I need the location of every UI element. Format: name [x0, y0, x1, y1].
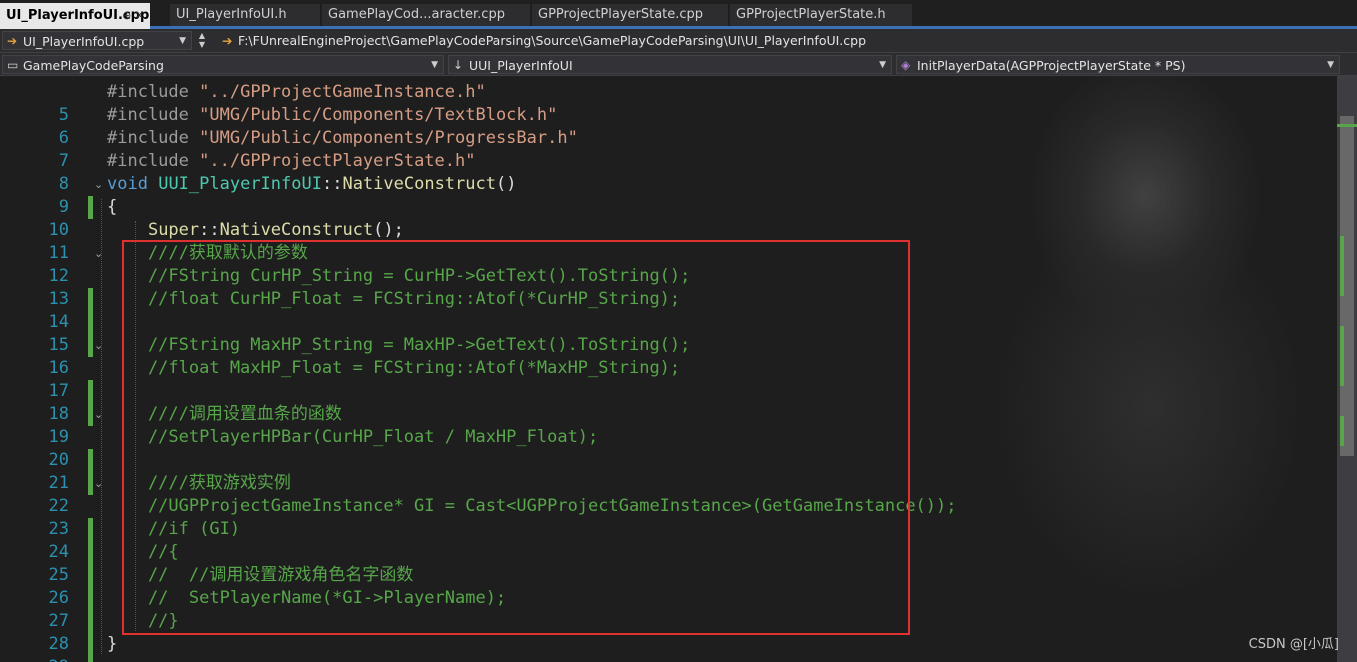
- tab-label: GPProjectPlayerState.cpp: [538, 7, 704, 22]
- document-tab-strip: UI_PlayerInfoUI.cpp ⊕ ✕ UI_PlayerInfoUI.…: [0, 0, 1357, 29]
- code-line: 6 #include "UMG/Public/Components/TextBl…: [0, 104, 1337, 148]
- project-icon: ▭: [7, 58, 19, 72]
- tab-gpprojectplayerstate-h[interactable]: GPProjectPlayerState.h: [730, 4, 912, 26]
- code-line: 7 #include "UMG/Public/Components/Progre…: [0, 127, 1337, 171]
- chevron-down-icon: ▼: [879, 60, 886, 70]
- fold-chevron-icon[interactable]: ⌄: [94, 472, 103, 495]
- up-down-arrows-icon[interactable]: ▲ ▼: [195, 31, 209, 50]
- change-overview-marker: [1337, 124, 1357, 127]
- class-dropdown-value: UUI_PlayerInfoUI: [469, 58, 573, 73]
- project-dropdown-value: GamePlayCodeParsing: [23, 58, 164, 73]
- arrow-right-icon: ➔: [222, 33, 233, 48]
- code-line: 8 #include "../GPProjectPlayerState.h": [0, 150, 1337, 219]
- vertical-scrollbar[interactable]: [1337, 76, 1357, 662]
- line-code: void UUI_PlayerInfoUI::NativeConstruct(): [107, 174, 517, 194]
- file-path-text: F:\FUnrealEngineProject\GamePlayCodePars…: [238, 33, 867, 48]
- change-overview-marker: [1340, 326, 1344, 386]
- fold-chevron-icon[interactable]: ⌄: [94, 403, 103, 426]
- tab-ui-playerinfoui-h[interactable]: UI_PlayerInfoUI.h: [170, 4, 320, 26]
- class-arrow-icon: ↓: [453, 58, 464, 72]
- arrow-right-icon: ➔: [7, 34, 18, 48]
- line-code: #include "../GPProjectPlayerState.h": [107, 151, 476, 171]
- code-line: 29 }: [0, 633, 1337, 662]
- tab-label: UI_PlayerInfoUI.h: [176, 7, 287, 22]
- file-navigation-bar: ➔ UI_PlayerInfoUI.cpp ▼ ▲ ▼ ➔ F:\FUnrealE…: [0, 29, 1357, 53]
- method-icon: ◈: [901, 58, 911, 72]
- project-dropdown[interactable]: ▭ GamePlayCodeParsing ▼: [2, 55, 444, 74]
- fold-chevron-icon[interactable]: ⌄: [94, 334, 103, 357]
- tab-label: GPProjectPlayerState.h: [736, 7, 886, 22]
- class-dropdown[interactable]: ↓ UUI_PlayerInfoUI ▼: [448, 55, 892, 74]
- chevron-down-icon: ▼: [431, 60, 438, 70]
- chevron-down-icon: ▼: [179, 36, 186, 46]
- line-code: Super::NativeConstruct();: [147, 220, 404, 240]
- file-dropdown[interactable]: ➔ UI_PlayerInfoUI.cpp ▼: [2, 31, 192, 50]
- code-line: 11 Super::NativeConstruct();: [0, 219, 1337, 263]
- code-line: 5 #include "../GPProjectGameInstance.h": [0, 81, 1337, 125]
- change-marker: [88, 656, 93, 662]
- code-line: 9 ⌄ void UUI_PlayerInfoUI::NativeConstru…: [0, 173, 1337, 217]
- fold-chevron-icon[interactable]: ⌄: [94, 173, 103, 196]
- csdn-watermark: CSDN @[小瓜]: [1248, 637, 1339, 652]
- file-path-display: ➔ F:\FUnrealEngineProject\GamePlayCodePa…: [220, 31, 866, 50]
- fold-chevron-icon[interactable]: ⌄: [94, 242, 103, 265]
- member-dropdown[interactable]: ◈ InitPlayerData(AGPProjectPlayerState *…: [896, 55, 1340, 74]
- tab-gpprojectplayerstate-cpp[interactable]: GPProjectPlayerState.cpp: [532, 4, 728, 26]
- line-code: }: [107, 634, 118, 654]
- line-number: 29: [0, 656, 69, 662]
- code-line: 10 {: [0, 196, 1337, 240]
- pin-close-icon[interactable]: ⊕ ✕: [122, 3, 144, 29]
- code-navigation-bar: ▭ GamePlayCodeParsing ▼ ↓ UUI_PlayerInfo…: [0, 53, 1357, 76]
- file-dropdown-value: UI_PlayerInfoUI.cpp: [23, 34, 145, 49]
- line-code: #include "../GPProjectGameInstance.h": [107, 82, 486, 102]
- line-code: #include "UMG/Public/Components/Progress…: [107, 128, 578, 148]
- code-editor[interactable]: 5 #include "../GPProjectGameInstance.h" …: [0, 76, 1337, 662]
- line-code: #include "UMG/Public/Components/TextBloc…: [107, 105, 558, 125]
- tab-label: GamePlayCod...aracter.cpp: [328, 7, 505, 22]
- tab-gameplaycod-aracter-cpp[interactable]: GamePlayCod...aracter.cpp: [322, 4, 530, 26]
- member-dropdown-value: InitPlayerData(AGPProjectPlayerState * P…: [917, 58, 1186, 73]
- line-code: {: [107, 197, 118, 217]
- change-overview-marker: [1340, 416, 1344, 446]
- highlight-annotation-box: [122, 240, 910, 635]
- tab-ui-playerinfoui-cpp[interactable]: UI_PlayerInfoUI.cpp ⊕ ✕: [0, 3, 150, 29]
- chevron-down-icon: ▼: [1327, 60, 1334, 70]
- change-overview-marker: [1340, 236, 1344, 296]
